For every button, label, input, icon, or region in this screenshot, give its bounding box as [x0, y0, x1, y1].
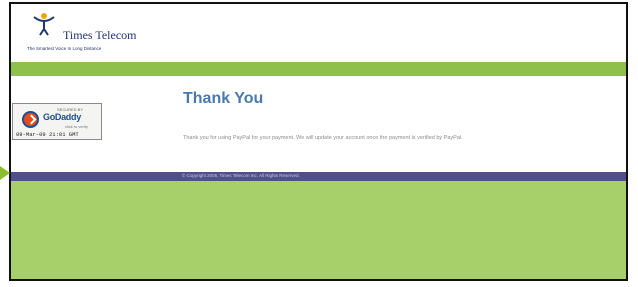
page-title: Thank You	[183, 90, 264, 107]
header-divider-band	[11, 62, 626, 76]
person-figure-icon	[33, 13, 55, 36]
seal-logo-icon	[22, 111, 39, 128]
pointer-arrow-icon	[0, 166, 10, 180]
seal-verify-text: click to verify	[65, 124, 88, 129]
copyright-text: © Copyright 2005, Times Telecom Inc. All…	[182, 173, 300, 178]
site-header: Times Telecom The Smartest Voice In Long…	[11, 4, 626, 62]
seal-date-text: 09-Mar-09 21:01 GMT	[16, 131, 79, 138]
browser-page-frame: Times Telecom The Smartest Voice In Long…	[9, 2, 628, 281]
confirmation-message: Thank you for using PayPal for your paym…	[183, 134, 463, 141]
site-logo[interactable]: Times Telecom The Smartest Voice In Long…	[19, 12, 179, 56]
godaddy-secured-seal[interactable]: SECURED BY GoDaddy click to verify 09-Ma…	[12, 103, 102, 140]
logo-name: Times Telecom	[63, 28, 137, 42]
logo-tagline: The Smartest Voice In Long Distance	[27, 46, 102, 51]
main-content: SECURED BY GoDaddy click to verify 09-Ma…	[11, 76, 626, 172]
seal-brand-text: GoDaddy	[43, 112, 81, 122]
site-footer: © Copyright 2005, Times Telecom Inc. All…	[11, 172, 626, 181]
